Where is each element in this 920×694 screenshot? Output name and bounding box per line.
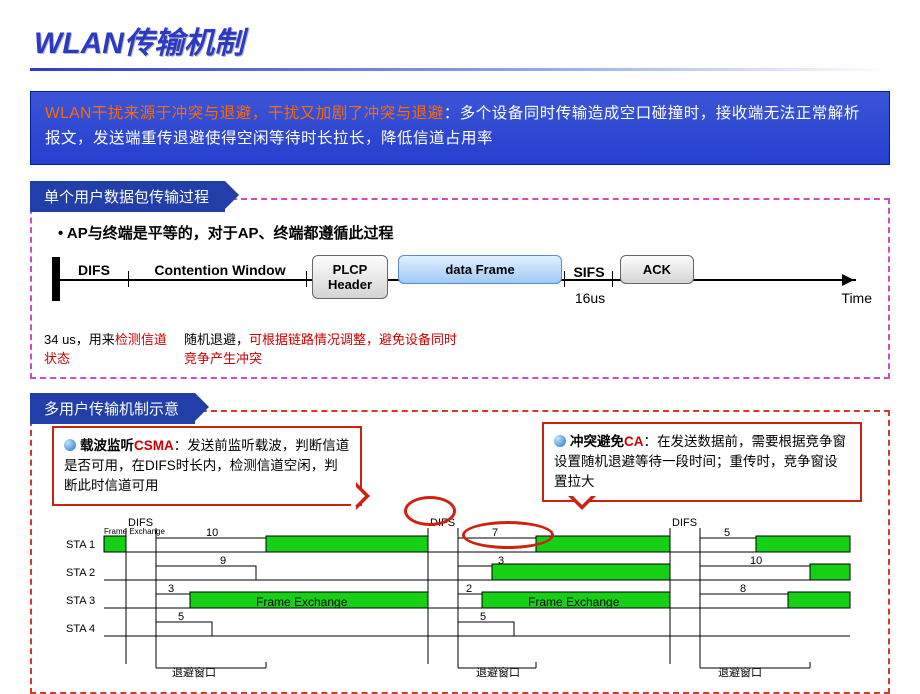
svg-text:退避窗口: 退避窗口 (172, 665, 216, 679)
multi-user-diagram: DIFS DIFS DIFS STA 1 STA 2 STA 3 STA 4 (60, 518, 860, 688)
tick-sifs-end (612, 271, 613, 287)
page-title: WLAN传输机制 (0, 0, 920, 68)
svg-text:退避窗口: 退避窗口 (718, 665, 762, 679)
callout-csma: 载波监听CSMA：发送前监听载波，判断信道是否可用，在DIFS时长内，检测信道空… (52, 426, 362, 507)
intro-box: WLAN干扰来源于冲突与退避，干扰又加剧了冲突与退避：多个设备同时传输造成空口碰… (30, 91, 890, 165)
note-cw: 随机退避，可根据链路情况调整，避免设备同时竞争产生冲突 (184, 329, 464, 367)
segment-cw: Contention Window (140, 263, 300, 278)
svg-text:DIFS: DIFS (672, 518, 697, 529)
svg-text:STA 4: STA 4 (66, 623, 95, 635)
box-ack: ACK (620, 255, 694, 284)
svg-text:9: 9 (220, 555, 226, 567)
svg-text:STA 1: STA 1 (66, 539, 95, 551)
svg-text:STA 3: STA 3 (66, 595, 95, 607)
highlight-ring-difs (404, 496, 456, 526)
section2-tab: 多用户传输机制示意 (30, 393, 195, 424)
section1-panel: • AP与终端是平等的，对于AP、终端都遵循此过程 DIFS Contentio… (30, 198, 890, 379)
section1-tab: 单个用户数据包传输过程 (30, 181, 225, 212)
svg-text:5: 5 (480, 611, 486, 623)
callout-ca: 冲突避免CA：在发送数据前，需要根据竞争窗设置随机退避等待一段时间；重传时，竞争… (542, 422, 862, 503)
bullet-icon (554, 435, 566, 447)
bullet-icon (64, 439, 76, 451)
tick-sifs-start (564, 271, 565, 287)
box-data-frame: data Frame (398, 255, 562, 284)
tick-difs-end (128, 271, 129, 287)
sifs-value: 16us (568, 291, 612, 306)
svg-text:3: 3 (498, 555, 504, 567)
svg-text:STA 2: STA 2 (66, 567, 95, 579)
title-underline (30, 68, 890, 71)
box-plcp: PLCP Header (312, 255, 388, 299)
segment-difs: DIFS (64, 263, 124, 278)
svg-text:5: 5 (178, 611, 184, 623)
svg-text:2: 2 (466, 583, 472, 595)
svg-text:10: 10 (750, 555, 762, 567)
note-difs: 34 us，用来检测信道状态 (44, 329, 174, 367)
svg-text:Frame Exchange: Frame Exchange (528, 595, 620, 609)
intro-highlight: WLAN干扰来源于冲突与退避，干扰又加剧了冲突与退避 (45, 105, 444, 122)
section2-panel: 载波监听CSMA：发送前监听载波，判断信道是否可用，在DIFS时长内，检测信道空… (30, 410, 890, 694)
svg-text:退避窗口: 退避窗口 (476, 665, 520, 679)
svg-text:Frame Exchange: Frame Exchange (256, 595, 348, 609)
segment-sifs: SIFS (564, 265, 614, 280)
svg-text:Frame Exchange: Frame Exchange (104, 527, 165, 536)
timeline: DIFS Contention Window PLCP Header data … (44, 249, 876, 325)
section1-subtitle: • AP与终端是平等的，对于AP、终端都遵循此过程 (58, 222, 876, 243)
svg-text:5: 5 (724, 527, 730, 539)
time-label: Time (841, 291, 872, 306)
highlight-ring-cw (462, 521, 554, 549)
tick-cw-end (306, 271, 307, 287)
svg-text:3: 3 (168, 583, 174, 595)
svg-text:10: 10 (206, 527, 218, 539)
svg-text:8: 8 (740, 583, 746, 595)
